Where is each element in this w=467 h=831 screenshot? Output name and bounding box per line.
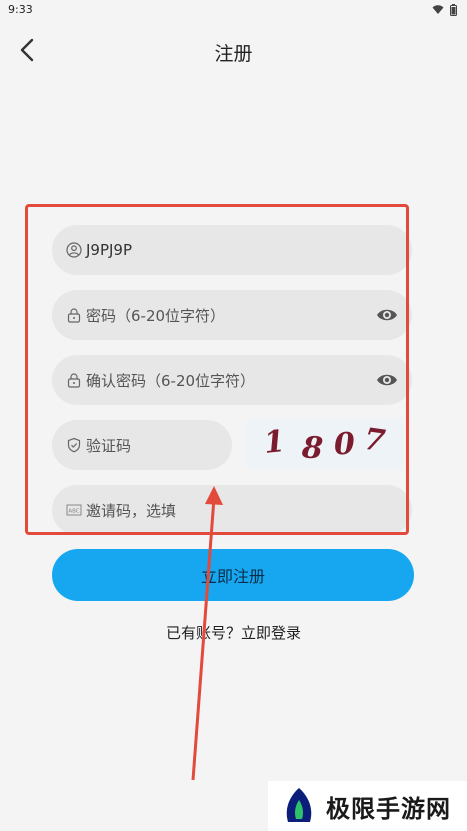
wifi-icon xyxy=(432,5,444,14)
watermark-text: 极限手游网 xyxy=(326,794,451,823)
status-icons xyxy=(432,4,457,16)
nav-bar: 注册 xyxy=(0,28,467,72)
watermark: 极限手游网 xyxy=(268,781,467,831)
battery-icon xyxy=(450,4,457,16)
watermark-logo-icon xyxy=(286,788,312,822)
page-title: 注册 xyxy=(214,43,253,65)
register-button[interactable]: 立即注册 xyxy=(52,549,414,601)
annotation-highlight-box xyxy=(25,204,409,535)
status-time: 9:33 xyxy=(8,3,33,16)
status-bar: 9:33 xyxy=(0,0,467,22)
login-link[interactable]: 已有账号？立即登录 xyxy=(0,622,467,643)
